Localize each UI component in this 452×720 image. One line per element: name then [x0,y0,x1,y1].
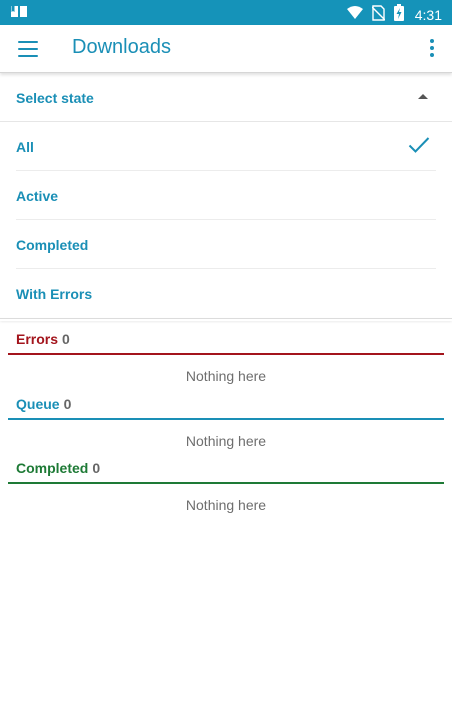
state-option-label: With Errors [16,286,93,302]
status-bar: 4:31 [0,0,452,25]
completed-count: 0 [92,460,101,476]
completed-divider [8,482,444,484]
state-option-active[interactable]: Active [0,171,452,220]
errors-divider [8,353,444,355]
no-sim-icon [371,4,386,26]
hamburger-menu-icon[interactable] [18,41,38,57]
divider [0,318,452,321]
select-state-label: Select state [16,90,94,106]
page-title: Downloads [72,36,171,58]
state-option-label: Completed [16,237,89,253]
reader-icon [10,5,28,24]
queue-empty-text: Nothing here [185,433,267,449]
clock-time: 4:31 [414,7,442,23]
completed-section-title: Completed [16,460,89,476]
errors-section-title: Errors [16,331,59,347]
state-option-all[interactable]: All [0,122,452,171]
queue-divider [8,418,444,420]
more-vert-icon[interactable] [429,39,435,59]
errors-empty-text: Nothing here [185,368,267,384]
state-option-with-errors[interactable]: With Errors [0,269,452,318]
completed-section-header: Completed 0 [16,460,100,476]
state-option-completed[interactable]: Completed [0,220,452,269]
completed-empty-text: Nothing here [185,497,267,513]
queue-section-header: Queue 0 [16,396,71,412]
select-state-toggle[interactable]: Select state [0,74,452,122]
checkmark-icon [408,136,430,159]
queue-section-title: Queue [16,396,60,412]
app-bar: Downloads [0,25,452,73]
errors-section-header: Errors 0 [16,331,70,347]
wifi-icon [346,5,363,25]
errors-count: 0 [62,331,70,347]
state-option-label: All [16,139,34,155]
state-option-label: Active [16,188,59,204]
queue-count: 0 [63,396,72,412]
chevron-up-icon [418,94,428,99]
battery-charging-icon [393,4,404,26]
